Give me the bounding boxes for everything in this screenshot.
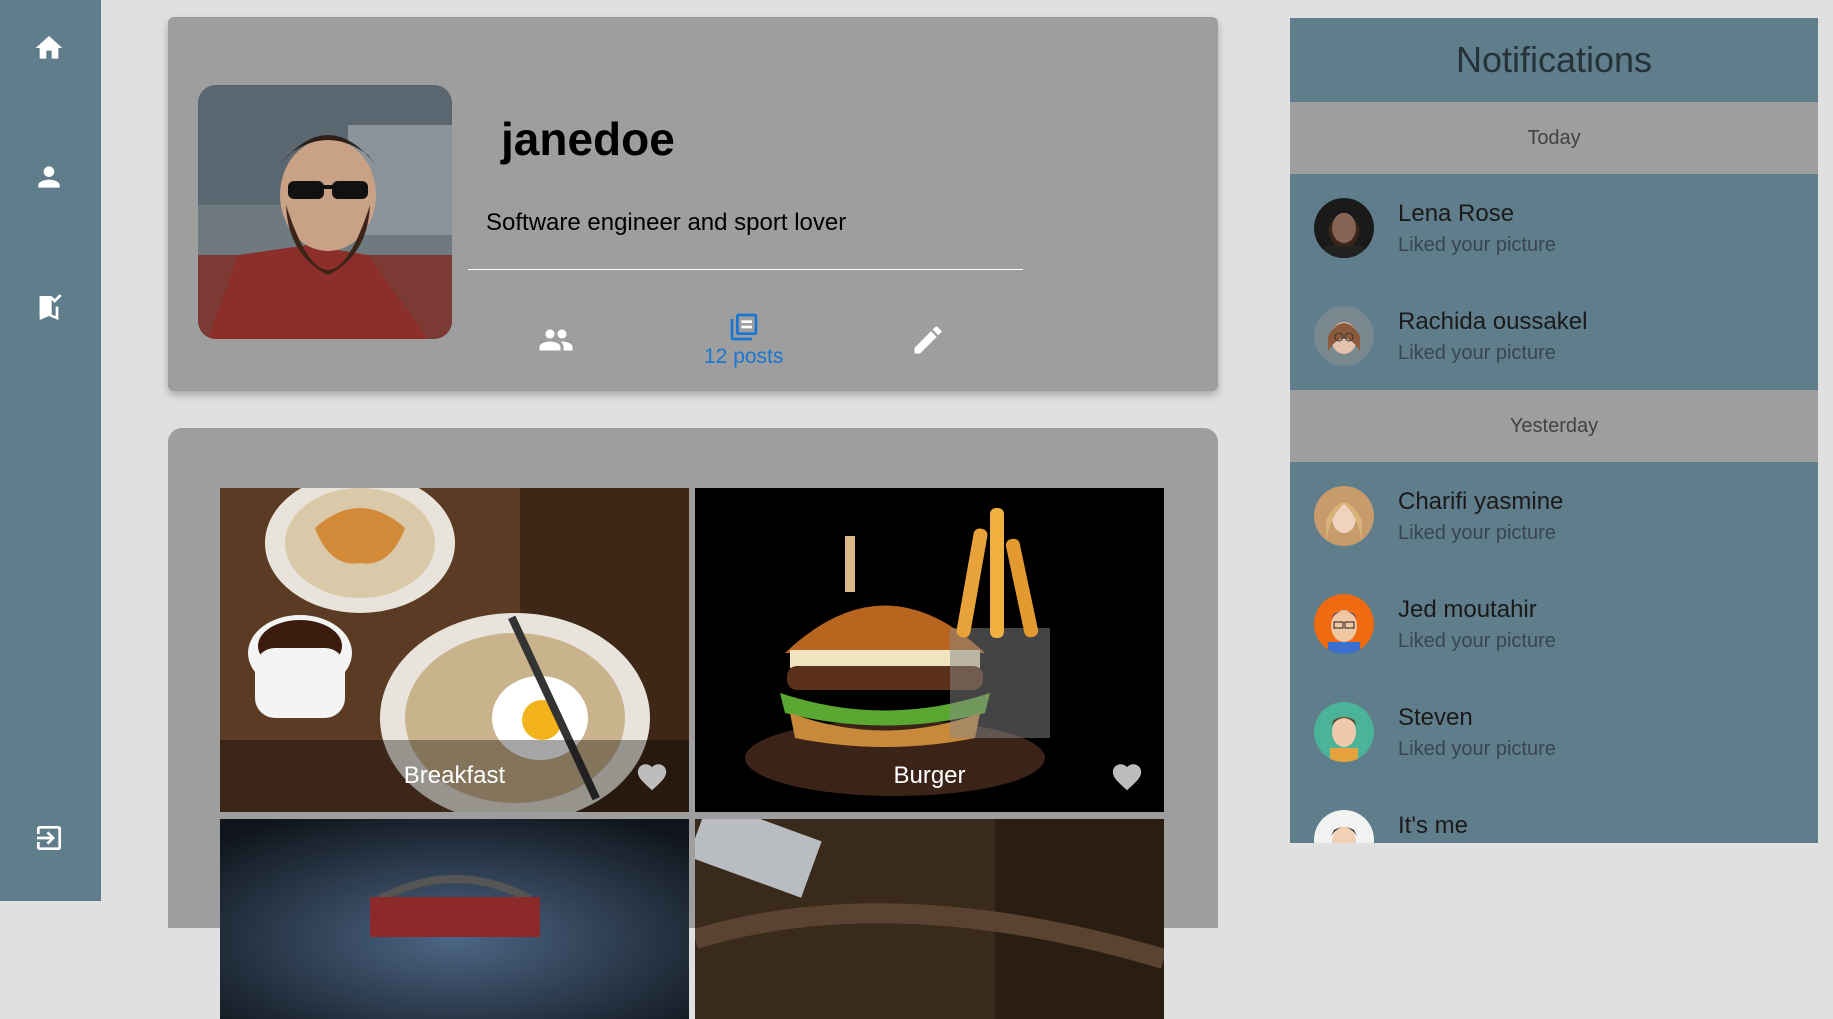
profile-avatar <box>198 85 452 339</box>
notification-item[interactable]: Lena Rose Liked your picture <box>1290 174 1818 282</box>
nav-logout-button[interactable] <box>28 817 70 859</box>
avatar <box>1314 306 1374 366</box>
notification-name: Lena Rose <box>1398 200 1515 227</box>
nav-home-button[interactable] <box>28 27 70 69</box>
notifications-title: Notifications <box>1455 39 1653 80</box>
notification-item[interactable]: Jed moutahir Liked your picture <box>1290 570 1818 678</box>
notification-action: Liked your picture <box>1398 522 1556 544</box>
notification-item[interactable]: Steven Liked your picture <box>1290 678 1818 786</box>
section-today: Today <box>1290 102 1818 174</box>
nav-profile-button[interactable] <box>28 156 70 198</box>
notification-action: Liked your picture <box>1398 342 1556 364</box>
heart-icon[interactable] <box>635 760 669 794</box>
home-icon <box>35 36 63 59</box>
notification-action: Liked your picture <box>1398 738 1556 760</box>
bookmark-check-icon <box>39 294 62 320</box>
notification-name: It's me <box>1398 812 1468 839</box>
person-icon <box>38 166 60 188</box>
section-yesterday: Yesterday <box>1290 390 1818 462</box>
logout-icon <box>37 826 61 850</box>
edit-pencil-icon <box>914 326 942 354</box>
sidebar <box>0 0 101 901</box>
collections-icon <box>730 313 758 341</box>
notification-action: Liked your picture <box>1398 234 1556 256</box>
avatar <box>1314 810 1374 843</box>
post-caption: Burger <box>893 762 966 789</box>
profile-username: janedoe <box>501 113 675 165</box>
posts-count-button[interactable]: 12 posts <box>704 311 783 369</box>
avatar <box>1314 198 1374 258</box>
heart-icon[interactable] <box>1110 760 1144 794</box>
notifications-panel: Notifications Today Lena Rose Liked your… <box>1290 18 1818 843</box>
profile-card: janedoe Software engineer and sport love… <box>168 17 1218 391</box>
posts-grid: Breakfast Burger <box>168 428 1218 1019</box>
followers-button[interactable] <box>538 322 574 358</box>
notification-item[interactable]: Rachida oussakel Liked your picture <box>1290 282 1818 390</box>
profile-divider <box>468 269 1023 270</box>
post-image <box>695 819 1164 1019</box>
notification-name: Steven <box>1398 704 1473 731</box>
nav-saved-button[interactable] <box>28 287 70 329</box>
notification-name: Jed moutahir <box>1398 596 1537 623</box>
post-tile[interactable] <box>695 819 1164 1019</box>
notification-name: Charifi yasmine <box>1398 488 1564 515</box>
posts-count-label: 12 posts <box>704 345 784 368</box>
edit-profile-button[interactable] <box>910 322 946 358</box>
profile-bio: Software engineer and sport lover <box>486 209 847 236</box>
notification-item[interactable]: Charifi yasmine Liked your picture <box>1290 462 1818 570</box>
notification-name: Rachida oussakel <box>1398 308 1588 335</box>
post-tile[interactable]: Breakfast <box>220 488 689 812</box>
post-tile[interactable] <box>220 819 689 1019</box>
people-icon <box>539 329 573 351</box>
avatar <box>1314 702 1374 762</box>
avatar <box>1314 486 1374 546</box>
notification-action: Liked your picture <box>1398 630 1556 652</box>
post-caption: Breakfast <box>220 740 689 812</box>
post-tile[interactable]: Burger <box>695 488 1164 812</box>
notification-item[interactable]: It's me <box>1290 786 1818 843</box>
avatar <box>1314 594 1374 654</box>
post-image <box>220 819 689 1019</box>
